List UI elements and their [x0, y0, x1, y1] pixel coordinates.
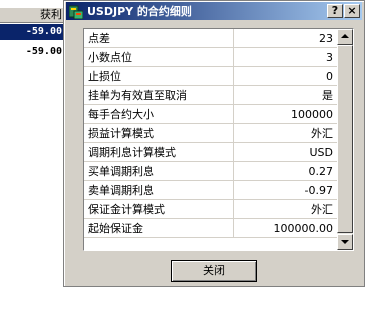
vertical-scrollbar[interactable]	[337, 29, 353, 250]
list-item[interactable]: 挂单为有效直至取消 是	[84, 86, 338, 105]
close-button[interactable]: 关闭	[171, 260, 257, 282]
arrow-down-icon	[341, 240, 349, 244]
property-label: 调期利息计算模式	[84, 143, 234, 161]
property-value: 外汇	[311, 127, 333, 140]
properties-list[interactable]: 点差 23 小数点位 3 止损位 0 挂单为有效直至取消 是 每手合约大小 10…	[83, 28, 354, 251]
close-x-button[interactable]: ×	[344, 4, 360, 18]
arrow-up-icon	[341, 34, 349, 38]
list-item[interactable]: 损益计算模式 外汇	[84, 124, 338, 143]
property-label: 挂单为有效直至取消	[84, 86, 234, 104]
property-value: 是	[322, 89, 333, 102]
property-label: 点差	[84, 29, 234, 47]
list-item[interactable]: 卖单调期利息 -0.97	[84, 181, 338, 200]
dialog-title: USDJPY 的合约细则	[87, 5, 192, 18]
scroll-down-button[interactable]	[337, 234, 353, 250]
property-label: 买单调期利息	[84, 162, 234, 180]
list-item[interactable]: 买单调期利息 0.27	[84, 162, 338, 181]
list-item[interactable]: 每手合约大小 100000	[84, 105, 338, 124]
property-value: USD	[309, 146, 333, 159]
list-item[interactable]: 止损位 0	[84, 67, 338, 86]
scroll-up-button[interactable]	[337, 29, 353, 45]
property-value: 23	[319, 32, 333, 45]
property-value: -0.97	[304, 184, 333, 197]
property-value: 0.27	[308, 165, 334, 178]
help-button[interactable]: ?	[327, 4, 343, 18]
property-label: 每手合约大小	[84, 105, 234, 123]
property-label: 起始保证金	[84, 219, 234, 237]
property-label: 卖单调期利息	[84, 181, 234, 199]
property-value: 100000	[291, 108, 333, 121]
contract-specification-dialog: USDJPY 的合约细则 ? × 点差 23 小数点位 3 止损位 0 挂单为有…	[63, 0, 365, 287]
list-item[interactable]: 调期利息计算模式 USD	[84, 143, 338, 162]
scroll-thumb[interactable]	[337, 45, 353, 233]
property-label: 止损位	[84, 67, 234, 85]
property-value: 100000.00	[273, 222, 334, 235]
app-icon	[68, 4, 84, 20]
list-item[interactable]: 起始保证金 100000.00	[84, 219, 338, 238]
property-label: 损益计算模式	[84, 124, 234, 142]
title-bar[interactable]: USDJPY 的合约细则 ? ×	[66, 2, 362, 20]
property-label: 小数点位	[84, 48, 234, 66]
list-item[interactable]: 保证金计算模式 外汇	[84, 200, 338, 219]
property-value: 3	[326, 51, 333, 64]
property-value: 0	[326, 70, 333, 83]
profit-column-header[interactable]: 获利	[0, 8, 68, 23]
property-label: 保证金计算模式	[84, 200, 234, 218]
property-value: 外汇	[311, 203, 333, 216]
table-row-selected[interactable]: -59.00	[0, 24, 68, 40]
list-item[interactable]: 小数点位 3	[84, 48, 338, 67]
list-item[interactable]: 点差 23	[84, 29, 338, 48]
table-row[interactable]: -59.00	[0, 44, 68, 60]
